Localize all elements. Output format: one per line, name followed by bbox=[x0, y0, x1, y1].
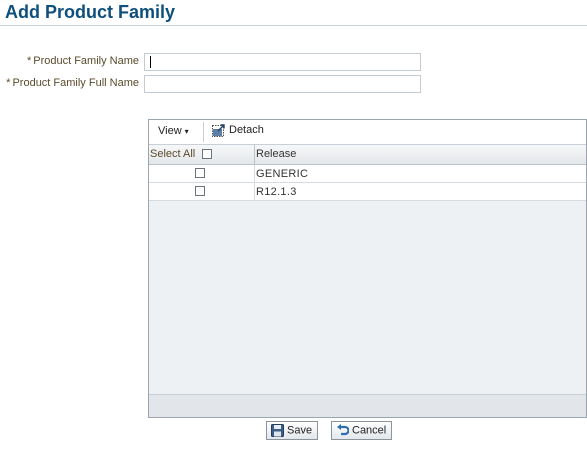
page-title: Add Product Family bbox=[5, 2, 176, 22]
chevron-down-icon: ▾ bbox=[184, 127, 189, 136]
undo-arrow-icon bbox=[336, 424, 350, 437]
family-full-name-label: * Product Family Full Name bbox=[6, 77, 139, 89]
select-all-header: Select All bbox=[149, 145, 255, 164]
save-label: Save bbox=[287, 424, 313, 437]
family-name-label-text: Product Family Name bbox=[33, 55, 139, 67]
row-checkbox[interactable] bbox=[195, 186, 205, 196]
table-header: Select All Release bbox=[149, 145, 586, 165]
release-cell: R12.1.3 bbox=[256, 186, 297, 198]
table-row[interactable]: GENERIC bbox=[149, 165, 586, 183]
required-marker: * bbox=[26, 55, 32, 67]
family-full-name-label-text: Product Family Full Name bbox=[12, 77, 139, 89]
family-full-name-input[interactable] bbox=[144, 75, 421, 93]
cancel-button[interactable]: Cancel bbox=[331, 421, 393, 440]
table-row[interactable]: R12.1.3 bbox=[149, 183, 586, 201]
required-marker: * bbox=[6, 77, 11, 89]
save-button[interactable]: Save bbox=[266, 421, 319, 440]
select-all-label: Select All bbox=[150, 148, 196, 160]
view-menu-button[interactable]: View ▾ bbox=[158, 125, 189, 137]
row-select-cell bbox=[149, 165, 255, 182]
detach-button[interactable]: Detach bbox=[212, 123, 264, 141]
row-checkbox[interactable] bbox=[195, 168, 205, 178]
family-full-name-row: * Product Family Full Name bbox=[0, 75, 587, 93]
family-name-row: * Product Family Name bbox=[0, 53, 587, 71]
floppy-disk-icon bbox=[271, 424, 284, 437]
table-toolbar: View ▾ Detach bbox=[149, 120, 586, 145]
title-divider bbox=[0, 25, 587, 26]
table-footer bbox=[149, 394, 586, 417]
toolbar-separator bbox=[203, 122, 204, 142]
detach-icon bbox=[212, 123, 226, 137]
family-name-label: * Product Family Name bbox=[27, 55, 139, 67]
cancel-label: Cancel bbox=[352, 424, 387, 437]
column-header-release[interactable]: Release bbox=[256, 148, 296, 160]
release-table-panel: View▾ Detach Select All Release GENERIC bbox=[148, 119, 587, 418]
release-cell: GENERIC bbox=[256, 168, 309, 180]
detach-label: Detach bbox=[229, 124, 264, 136]
row-select-cell bbox=[149, 183, 255, 200]
view-menu-label: View bbox=[158, 125, 182, 137]
family-name-input[interactable] bbox=[144, 53, 421, 71]
text-caret bbox=[150, 56, 151, 68]
select-all-checkbox[interactable] bbox=[202, 149, 212, 159]
